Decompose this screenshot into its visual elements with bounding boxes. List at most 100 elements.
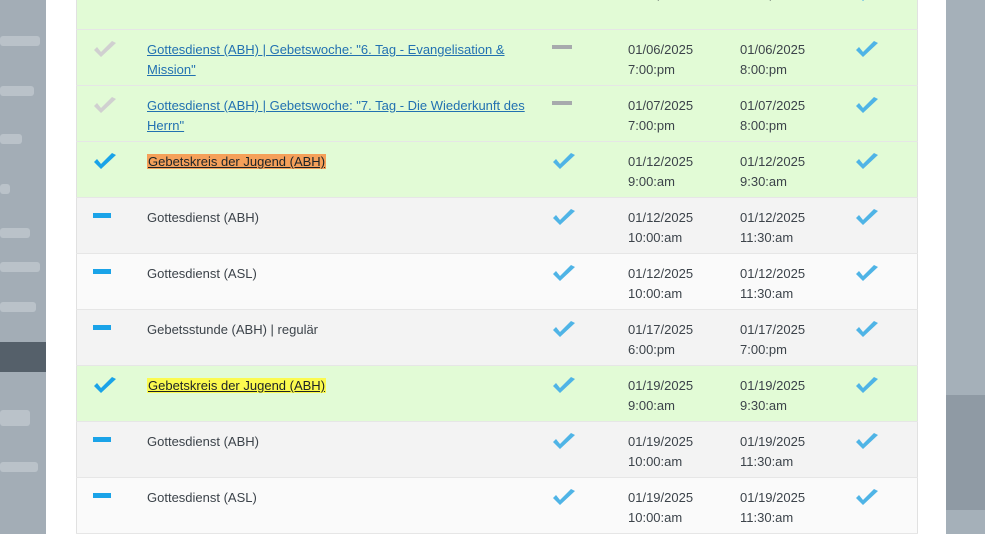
end-cell: 01/12/2025 11:30:am xyxy=(740,253,852,310)
title-cell: Gottesdienst (ABH) xyxy=(147,421,540,478)
event-title: Gottesdienst (ASL) xyxy=(147,266,257,281)
checkmark-icon xyxy=(552,209,576,233)
end-cell: 01/19/2025 11:30:am xyxy=(740,477,852,534)
end-time: 7:00:pm xyxy=(740,342,787,357)
start-cell: 01/17/2025 6:00:pm xyxy=(628,309,740,366)
start-time: 9:00:am xyxy=(628,174,675,189)
start-cell: 01/19/2025 10:00:am xyxy=(628,421,740,478)
start-time: 7:00:pm xyxy=(628,62,675,77)
title-cell: Gebetskreis der Jugend (ABH) xyxy=(147,141,540,198)
flag-cell xyxy=(540,421,628,478)
title-cell: Gottesdienst (ASL) xyxy=(147,253,540,310)
status-cell xyxy=(76,421,147,478)
end-date: 01/19/2025 xyxy=(740,434,806,449)
sync-cell xyxy=(852,421,918,478)
dash-icon xyxy=(93,265,111,285)
start-date: 01/12/2025 xyxy=(628,266,694,281)
event-title-highlighted: Gebetskreis der Jugend (ABH) xyxy=(147,378,327,393)
event-row: Gottesdienst (ABH) 01/19/2025 10:00:am 0… xyxy=(76,421,918,478)
events-modal: 5:00:pm 6:00:pm Gottesdienst (ABH) | Geb… xyxy=(46,0,946,534)
flag-cell xyxy=(540,365,628,422)
dash-icon xyxy=(93,433,111,453)
title-cell: Gottesdienst (ASL) xyxy=(147,477,540,534)
start-cell: 01/12/2025 10:00:am xyxy=(628,253,740,310)
event-row: Gottesdienst (ASL) 01/19/2025 10:00:am 0… xyxy=(76,477,918,534)
status-cell xyxy=(76,141,147,198)
end-time: 9:30:am xyxy=(740,398,787,413)
checkmark-icon xyxy=(855,41,879,65)
start-cell: 01/12/2025 9:00:am xyxy=(628,141,740,198)
event-title: Gottesdienst (ABH) xyxy=(147,434,259,449)
start-cell: 01/19/2025 9:00:am xyxy=(628,365,740,422)
event-row: Gottesdienst (ABH) | Gebetswoche: "7. Ta… xyxy=(76,85,918,142)
title-cell: Gebetsstunde (ABH) | regulär xyxy=(147,309,540,366)
dash-icon xyxy=(552,97,572,117)
start-time: 6:00:pm xyxy=(628,342,675,357)
status-cell xyxy=(76,477,147,534)
end-date: 01/12/2025 xyxy=(740,266,806,281)
event-row: Gottesdienst (ASL) 01/12/2025 10:00:am 0… xyxy=(76,253,918,310)
end-time: 8:00:pm xyxy=(740,62,787,77)
start-time: 7:00:pm xyxy=(628,118,675,133)
end-time: 8:00:pm xyxy=(740,118,787,133)
checkmark-icon xyxy=(552,489,576,513)
flag-cell xyxy=(540,85,628,142)
start-date: 01/19/2025 xyxy=(628,490,694,505)
event-title-link[interactable]: Gottesdienst (ABH) | Gebetswoche: "6. Ta… xyxy=(147,42,505,77)
title-cell: Gottesdienst (ABH) | Gebetswoche: "7. Ta… xyxy=(147,85,540,142)
dash-icon xyxy=(93,489,111,509)
events-table: 5:00:pm 6:00:pm Gottesdienst (ABH) | Geb… xyxy=(76,0,918,534)
event-row: Gottesdienst (ABH) | Gebetswoche: "6. Ta… xyxy=(76,29,918,86)
end-cell: 01/12/2025 11:30:am xyxy=(740,197,852,254)
flag-cell xyxy=(540,253,628,310)
checkmark-icon xyxy=(93,97,117,121)
events-table-body: 5:00:pm 6:00:pm Gottesdienst (ABH) | Geb… xyxy=(76,0,918,534)
checkmark-icon xyxy=(855,265,879,289)
end-date: 01/07/2025 xyxy=(740,98,806,113)
start-date: 01/12/2025 xyxy=(628,210,694,225)
end-cell: 01/19/2025 11:30:am xyxy=(740,421,852,478)
start-date: 01/07/2025 xyxy=(628,98,694,113)
end-time: 11:30:am xyxy=(740,230,794,245)
end-date: 01/12/2025 xyxy=(740,210,806,225)
end-time: 6:00:pm xyxy=(740,0,852,4)
start-time: 5:00:pm xyxy=(628,0,740,4)
status-cell xyxy=(76,197,147,254)
status-cell xyxy=(76,0,147,30)
sync-cell xyxy=(852,309,918,366)
start-cell: 01/12/2025 10:00:am xyxy=(628,197,740,254)
checkmark-icon xyxy=(855,489,879,513)
checkmark-icon xyxy=(552,153,576,177)
dash-icon xyxy=(93,321,111,341)
checkmark-icon xyxy=(855,321,879,345)
end-date: 01/12/2025 xyxy=(740,154,806,169)
checkmark-icon xyxy=(855,377,879,401)
sync-cell xyxy=(852,253,918,310)
end-time: 11:30:am xyxy=(740,286,794,301)
status-cell xyxy=(76,85,147,142)
start-date: 01/06/2025 xyxy=(628,42,694,57)
dash-icon xyxy=(552,41,572,61)
start-date: 01/19/2025 xyxy=(628,434,694,449)
checkmark-icon xyxy=(93,153,117,177)
sync-cell xyxy=(852,141,918,198)
title-cell xyxy=(147,0,540,30)
start-time: 9:00:am xyxy=(628,398,675,413)
sync-cell xyxy=(852,197,918,254)
start-cell: 01/06/2025 7:00:pm xyxy=(628,29,740,86)
title-cell: Gottesdienst (ABH) xyxy=(147,197,540,254)
end-time: 11:30:am xyxy=(740,454,794,469)
event-row: Gebetskreis der Jugend (ABH) 01/12/2025 … xyxy=(76,141,918,198)
sync-cell xyxy=(852,0,918,30)
end-cell: 6:00:pm xyxy=(740,0,852,30)
flag-cell xyxy=(540,141,628,198)
flag-cell xyxy=(540,309,628,366)
sync-cell xyxy=(852,85,918,142)
event-row: 5:00:pm 6:00:pm xyxy=(76,0,918,30)
event-title-link[interactable]: Gottesdienst (ABH) | Gebetswoche: "7. Ta… xyxy=(147,98,525,133)
checkmark-icon xyxy=(855,433,879,457)
start-cell: 01/07/2025 7:00:pm xyxy=(628,85,740,142)
status-cell xyxy=(76,365,147,422)
event-title: Gebetsstunde (ABH) | regulär xyxy=(147,322,319,337)
start-date: 01/12/2025 xyxy=(628,154,694,169)
